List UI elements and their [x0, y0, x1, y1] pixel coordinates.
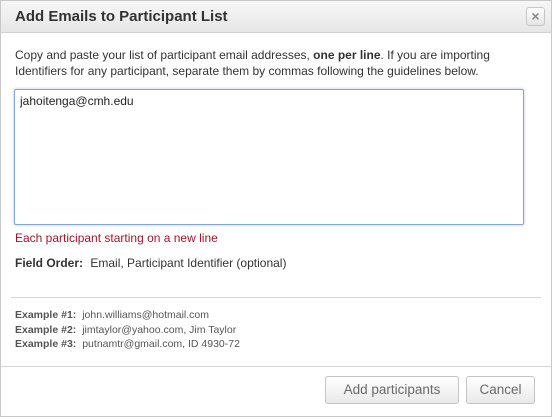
- example-value: jimtaylor@yahoo.com, Jim Taylor: [82, 323, 237, 336]
- example-row: Example #2: jimtaylor@yahoo.com, Jim Tay…: [15, 323, 240, 338]
- example-label: Example #3:: [15, 338, 77, 350]
- email-list-textarea[interactable]: jahoitenga@cmh.edu: [14, 89, 524, 225]
- examples-list: Example #1: john.williams@hotmail.com Ex…: [15, 308, 240, 352]
- dialog-title: Add Emails to Participant List: [15, 8, 228, 25]
- instructions-part-1: Copy and paste your list of participant …: [15, 48, 314, 62]
- add-participants-button[interactable]: Add participants: [325, 376, 459, 404]
- cancel-button[interactable]: Cancel: [466, 376, 535, 404]
- example-row: Example #1: john.williams@hotmail.com: [15, 308, 240, 323]
- example-row: Example #3: putnamtr@gmail.com, ID 4930-…: [15, 337, 240, 352]
- dialog-titlebar: Add Emails to Participant List ×: [1, 1, 551, 33]
- example-label: Example #2:: [15, 323, 77, 336]
- add-emails-dialog: Add Emails to Participant List × Copy an…: [0, 0, 552, 417]
- field-order-label: Field Order:: [15, 256, 84, 270]
- instructions-text: Copy and paste your list of participant …: [15, 47, 535, 79]
- footer-divider: [1, 366, 551, 367]
- example-value: putnamtr@gmail.com, ID 4930-72: [82, 338, 240, 350]
- instructions-emphasis: one per line: [313, 48, 381, 62]
- field-order-value: Email, Participant Identifier (optional): [90, 256, 287, 270]
- close-icon[interactable]: ×: [526, 7, 545, 26]
- example-label: Example #1:: [15, 309, 77, 321]
- example-value: john.williams@hotmail.com: [82, 309, 209, 321]
- new-line-hint: Each participant starting on a new line: [15, 231, 218, 245]
- divider: [11, 297, 541, 298]
- field-order: Field Order: Email, Participant Identifi…: [15, 256, 286, 270]
